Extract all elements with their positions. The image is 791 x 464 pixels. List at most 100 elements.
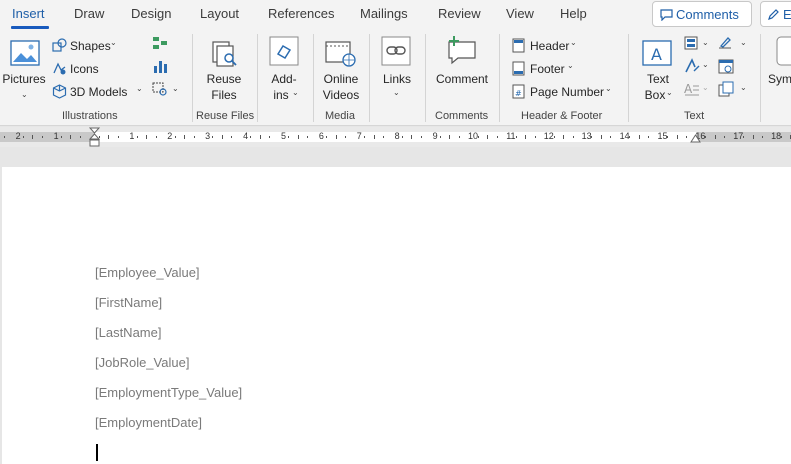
tab-layout[interactable]: Layout [200,6,239,21]
right-indent-marker-icon[interactable] [690,133,701,143]
ruler-number: 15 [657,131,668,141]
chevron-down-icon: ⌄ [666,88,673,97]
comments-button-label: Comments [676,7,739,22]
pictures-label: Pictures [2,72,46,86]
signature-line-icon[interactable] [718,36,734,50]
chevron-down-icon: ⌄ [605,84,612,93]
symbols-label: Symbols [768,72,791,86]
illustrations-group-label: Illustrations [62,110,118,122]
3d-models-label: 3D Models [70,85,128,99]
ruler-tick [477,136,479,138]
chevron-down-icon[interactable]: ⌄ [740,38,747,47]
page-number-icon: # [512,84,525,99]
tab-mailings[interactable]: Mailings [360,6,408,21]
ruler-tick [364,136,366,138]
symbols-button[interactable]: Symbols [764,34,791,106]
ruler-tick [335,135,337,139]
tab-draw[interactable]: Draw [74,6,104,21]
ruler-tick [32,135,34,139]
links-button[interactable]: Links ⌄ [376,34,418,106]
text-cursor [96,444,98,461]
ruler-tick [326,136,328,138]
header-button[interactable]: Header ⌄ [512,36,582,56]
ruler-number: 13 [581,131,592,141]
ruler-tick [4,136,5,138]
icons-button[interactable]: Icons [52,59,112,79]
ruler-number: 14 [619,131,630,141]
tab-review[interactable]: Review [438,6,481,21]
page-number-button[interactable]: # Page Number ⌄ [512,82,616,102]
date-time-icon[interactable] [718,58,734,74]
media-group-label: Media [325,110,355,122]
indent-marker-icon[interactable] [89,127,100,147]
footer-label: Footer [530,62,565,76]
ruler-tick [534,136,536,138]
footer-button[interactable]: Footer ⌄ [512,59,582,79]
tab-design[interactable]: Design [131,6,171,21]
ruler-number: 8 [394,131,400,141]
ruler-tick [221,135,223,139]
smartart-icon[interactable] [152,36,168,50]
ruler-number: 17 [733,131,744,141]
svg-text:A: A [651,45,662,64]
tab-insert[interactable]: Insert [12,6,45,21]
chart-icon[interactable] [152,58,168,74]
editing-button[interactable]: Editing [760,1,791,27]
chevron-down-icon: ⌄ [110,38,117,47]
shapes-button[interactable]: Shapes ⌄ [52,36,122,56]
shapes-icon [52,38,67,52]
ribbon-tabs: Insert Draw Design Layout References Mai… [0,0,791,30]
field-last-name[interactable]: [LastName] [95,325,161,340]
ruler-tick [563,135,565,139]
ruler-tick [743,136,745,138]
ruler-tick [629,136,631,138]
screenshot-icon[interactable] [152,82,168,96]
ruler-tick [724,136,726,138]
add-ins-button[interactable]: Add- ins ⌄ [262,34,306,106]
field-employee-value[interactable]: [Employee_Value] [95,265,200,280]
ruler-tick [269,136,271,138]
field-job-role-value[interactable]: [JobRole_Value] [95,355,189,370]
ruler-tick [108,135,110,139]
ruler-tick [212,136,214,138]
ruler-tick [79,136,81,138]
tab-references[interactable]: References [268,6,334,21]
ruler-number: 3 [205,131,211,141]
online-video-icon [325,41,356,67]
symbol-icon [776,36,791,66]
horizontal-ruler[interactable]: 2 1 1 2 3 4 5 6 7 8 9 10 11 12 13 14 15 16 17 18 [0,127,791,147]
tab-view[interactable]: View [506,6,534,21]
comments-button[interactable]: Comments [652,1,752,27]
pencil-icon [768,9,779,20]
field-employment-date[interactable]: [EmploymentDate] [95,415,202,430]
ribbon: Pictures ⌄ Shapes ⌄ Icons 3D Models ⌄ ⌄ … [0,30,791,126]
wordart-icon[interactable] [684,58,700,74]
ruler-number: 2 [15,131,21,141]
ruler-tick [259,135,261,139]
reuse-files-icon [212,41,237,67]
chevron-down-icon[interactable]: ⌄ [702,38,709,47]
quick-parts-icon[interactable] [684,36,698,50]
reuse-files-button[interactable]: Reuse Files [196,34,252,106]
text-box-button[interactable]: A Text Box ⌄ [638,34,678,106]
ruler-tick [117,136,119,138]
pictures-button[interactable]: Pictures ⌄ [2,34,46,106]
3d-models-button[interactable]: 3D Models ⌄ [52,82,144,102]
reuse-files-group-label: Reuse Files [196,110,255,122]
chevron-down-icon[interactable]: ⌄ [702,60,709,69]
ruler-tick [41,136,43,138]
object-icon[interactable] [718,81,734,97]
field-employment-type-value[interactable]: [EmploymentType_Value] [95,385,242,400]
ruler-tick [458,136,460,138]
chevron-down-icon[interactable]: ⌄ [740,83,747,92]
reuse-files-label-line2: Files [211,88,237,102]
ruler-number: 5 [280,131,287,141]
ruler-tick [146,135,148,139]
text-group-label: Text [684,110,705,122]
chevron-down-icon: ⌄ [136,84,143,93]
online-videos-button[interactable]: Online Videos [316,34,366,106]
field-first-name[interactable]: [FirstName] [95,295,162,310]
chevron-down-icon[interactable]: ⌄ [172,84,179,93]
new-comment-button[interactable]: Comment [430,34,494,106]
tab-help[interactable]: Help [560,6,587,21]
